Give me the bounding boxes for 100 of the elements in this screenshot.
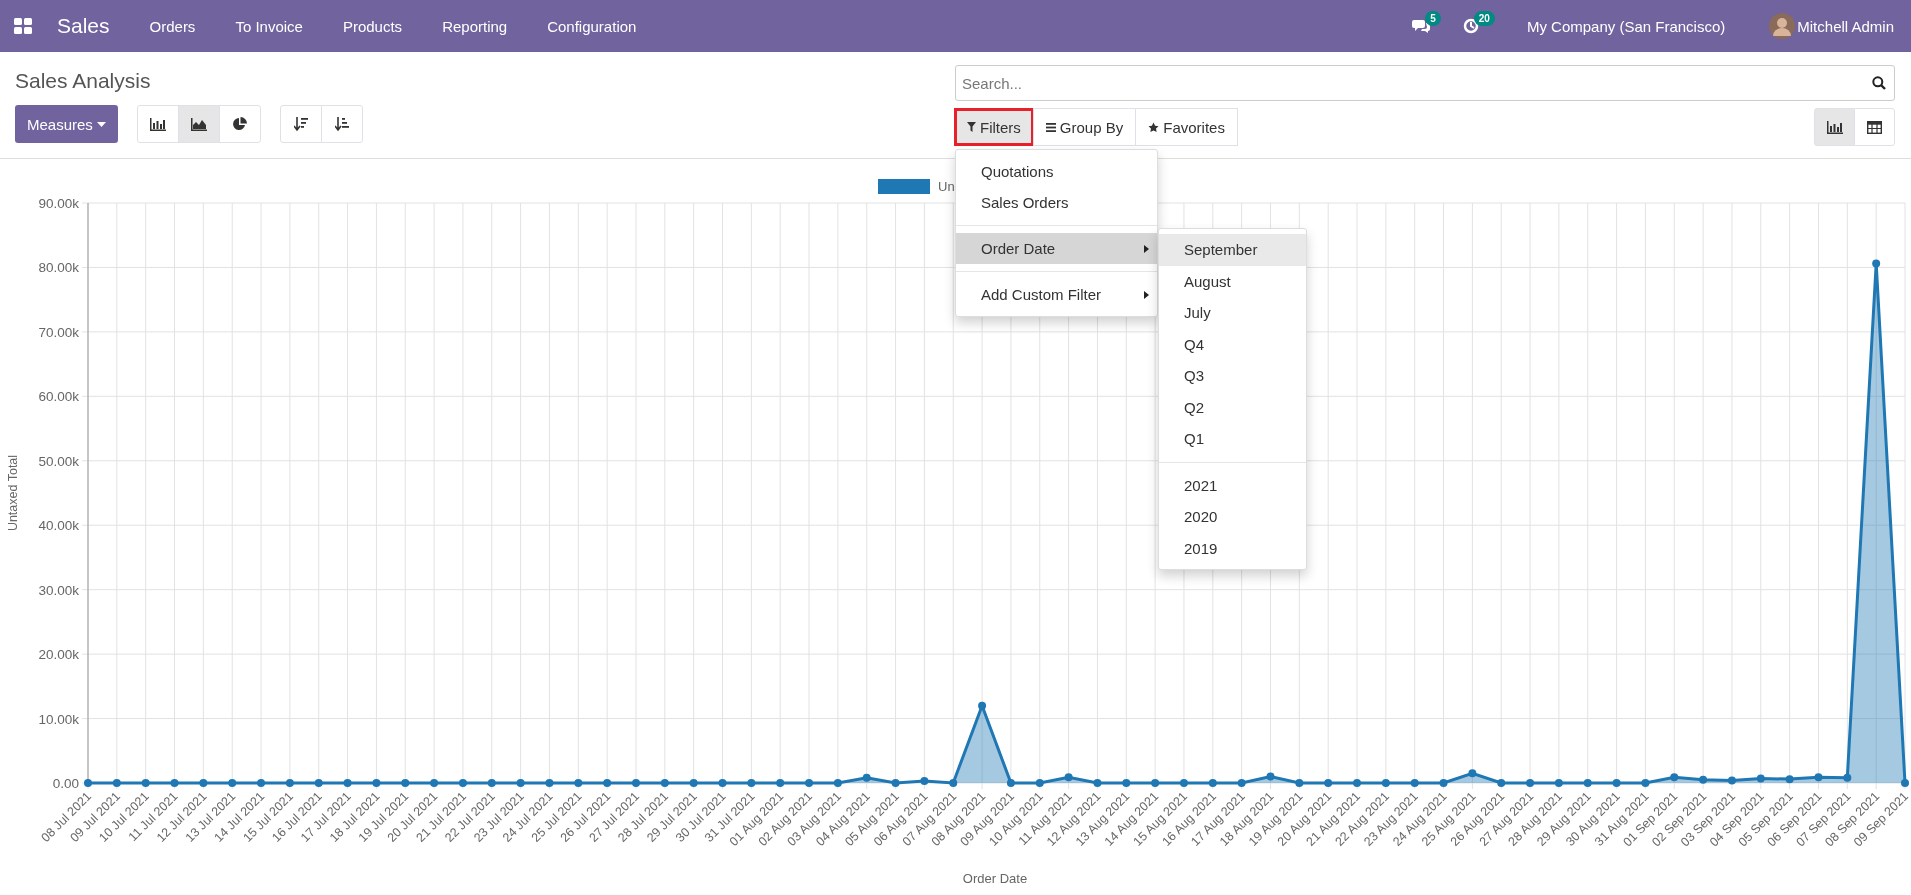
date-option[interactable]: 2021 (1159, 469, 1306, 501)
measures-button[interactable]: Measures (15, 105, 118, 143)
app-name[interactable]: Sales (57, 14, 110, 38)
date-option[interactable]: Q2 (1159, 391, 1306, 423)
data-point[interactable] (574, 779, 583, 787)
data-point[interactable] (487, 779, 496, 787)
data-point[interactable] (1093, 779, 1102, 787)
filter-menu-item[interactable]: Order Date (956, 233, 1157, 264)
data-point[interactable] (1727, 776, 1736, 785)
data-point[interactable] (343, 779, 352, 787)
menu-item[interactable]: Products (342, 17, 403, 35)
data-point[interactable] (545, 779, 554, 787)
data-point[interactable] (1641, 779, 1650, 787)
data-point[interactable] (1612, 779, 1621, 787)
date-option[interactable]: July (1159, 297, 1306, 329)
data-point[interactable] (1035, 779, 1044, 787)
data-point[interactable] (458, 779, 467, 787)
view-switch-button[interactable] (1854, 108, 1895, 146)
legend-swatch[interactable] (878, 179, 930, 194)
date-option[interactable]: 2019 (1159, 532, 1306, 564)
chart-type-button[interactable] (177, 105, 220, 143)
data-point[interactable] (776, 779, 785, 787)
search-field[interactable]: Search... (955, 65, 1895, 101)
data-point[interactable] (1814, 773, 1823, 782)
data-point[interactable] (170, 779, 179, 787)
search-icon[interactable] (1872, 76, 1886, 90)
data-point[interactable] (660, 779, 669, 787)
data-point[interactable] (285, 779, 294, 787)
data-point[interactable] (430, 779, 439, 787)
data-point[interactable] (1439, 779, 1448, 787)
data-point[interactable] (891, 779, 900, 787)
data-point[interactable] (1324, 779, 1333, 787)
search-option-button[interactable]: Group By (1032, 108, 1137, 146)
data-point[interactable] (516, 779, 525, 787)
chat-icon[interactable] (1412, 18, 1431, 34)
data-point[interactable] (1266, 772, 1275, 781)
menu-item[interactable]: Reporting (442, 17, 508, 35)
data-point[interactable] (1468, 769, 1477, 778)
apps-menu-icon[interactable] (14, 18, 32, 34)
data-point[interactable] (141, 779, 150, 787)
data-point[interactable] (1526, 779, 1535, 787)
data-point[interactable] (1785, 775, 1794, 784)
data-point[interactable] (1295, 779, 1304, 787)
data-point[interactable] (1670, 773, 1679, 782)
menu-item[interactable]: Configuration (547, 17, 637, 35)
data-point[interactable] (314, 779, 323, 787)
date-option[interactable]: September (1159, 234, 1306, 266)
data-point[interactable] (603, 779, 612, 787)
search-option-button[interactable]: Filters (954, 108, 1034, 146)
user-avatar[interactable] (1769, 13, 1796, 39)
menu-item[interactable]: Orders (149, 17, 196, 35)
data-point[interactable] (920, 777, 929, 786)
data-point[interactable] (1843, 773, 1852, 782)
data-point[interactable] (632, 779, 640, 787)
company-switcher[interactable]: My Company (San Francisco) (1526, 17, 1726, 35)
data-point[interactable] (833, 779, 842, 787)
data-point[interactable] (84, 779, 92, 787)
data-point[interactable] (401, 779, 410, 787)
date-option[interactable]: Q4 (1159, 328, 1306, 360)
data-point[interactable] (1756, 774, 1765, 783)
data-point[interactable] (718, 779, 727, 787)
data-point[interactable] (1151, 779, 1160, 787)
sort-button[interactable] (320, 105, 363, 143)
filter-menu-item[interactable]: Add Custom Filter (956, 279, 1157, 310)
data-point[interactable] (199, 779, 208, 787)
sort-button[interactable] (279, 105, 322, 143)
data-point[interactable] (1554, 779, 1563, 787)
clock-icon[interactable] (1462, 18, 1479, 34)
date-option[interactable]: Q1 (1159, 423, 1306, 455)
legend-label[interactable]: Un (938, 179, 955, 194)
data-point[interactable] (1381, 779, 1390, 787)
data-point[interactable] (372, 779, 381, 787)
filter-menu-item[interactable]: Quotations (956, 156, 1157, 187)
date-option[interactable]: August (1159, 265, 1306, 297)
data-point[interactable] (1179, 779, 1188, 787)
data-point[interactable] (1497, 779, 1506, 787)
data-point[interactable] (805, 779, 814, 787)
data-point[interactable] (1353, 779, 1361, 787)
data-point[interactable] (1583, 779, 1592, 787)
data-point[interactable] (1208, 779, 1217, 787)
view-switch-button[interactable] (1814, 108, 1855, 146)
data-point[interactable] (862, 773, 871, 782)
data-point[interactable] (1410, 779, 1419, 787)
data-point[interactable] (228, 779, 237, 787)
date-option[interactable]: 2020 (1159, 501, 1306, 533)
data-point[interactable] (1901, 779, 1909, 787)
data-point[interactable] (689, 779, 698, 787)
chart-type-button[interactable] (218, 105, 261, 143)
menu-item[interactable]: To Invoice (235, 17, 303, 35)
filter-menu-item[interactable]: Sales Orders (956, 187, 1157, 218)
date-option[interactable]: Q3 (1159, 360, 1306, 392)
data-point[interactable] (1699, 775, 1708, 784)
data-point[interactable] (1006, 779, 1015, 787)
data-point[interactable] (978, 701, 987, 710)
chart-type-button[interactable] (136, 105, 179, 143)
search-option-button[interactable]: Favorites (1135, 108, 1238, 146)
user-name[interactable]: Mitchell Admin (1797, 17, 1894, 35)
data-point[interactable] (1064, 773, 1073, 782)
data-point[interactable] (1237, 779, 1246, 787)
data-point[interactable] (747, 779, 756, 787)
